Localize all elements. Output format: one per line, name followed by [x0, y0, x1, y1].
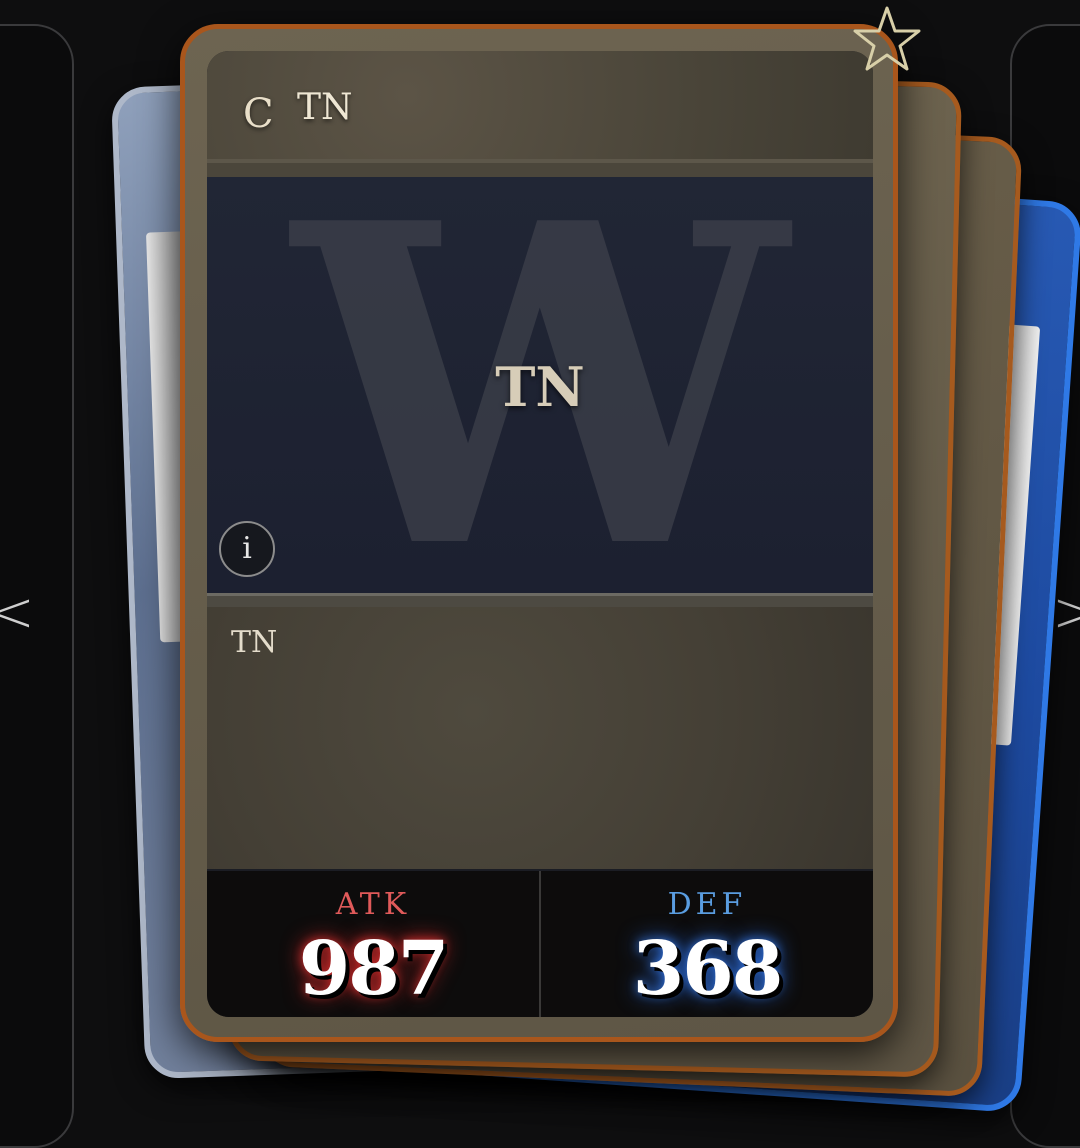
art-title: TN: [495, 355, 585, 419]
card-name: TN: [297, 87, 353, 128]
def-label: DEF: [667, 887, 747, 922]
def-stat: DEF 368: [541, 871, 873, 1017]
atk-stat: ATK 987: [207, 871, 539, 1017]
rarity-badge: C: [243, 91, 274, 137]
atk-value: 987: [298, 926, 449, 1012]
main-card[interactable]: C TN W TN i TN ATK 987 DEF 368: [180, 24, 898, 1042]
atk-label: ATK: [335, 887, 411, 922]
card-face: C TN W TN i TN ATK 987 DEF 368: [207, 51, 873, 1017]
card-description-box: TN: [207, 607, 873, 869]
stats-bar: ATK 987 DEF 368: [207, 871, 873, 1017]
next-arrow-icon[interactable]: >: [1052, 585, 1080, 641]
info-button[interactable]: i: [219, 521, 275, 577]
star-outline-icon[interactable]: [852, 4, 922, 74]
def-value: 368: [632, 926, 783, 1012]
card-art: W TN i: [207, 167, 873, 607]
art-divider: [207, 593, 873, 607]
card-description: TN: [231, 625, 278, 660]
prev-arrow-icon[interactable]: <: [0, 585, 35, 641]
